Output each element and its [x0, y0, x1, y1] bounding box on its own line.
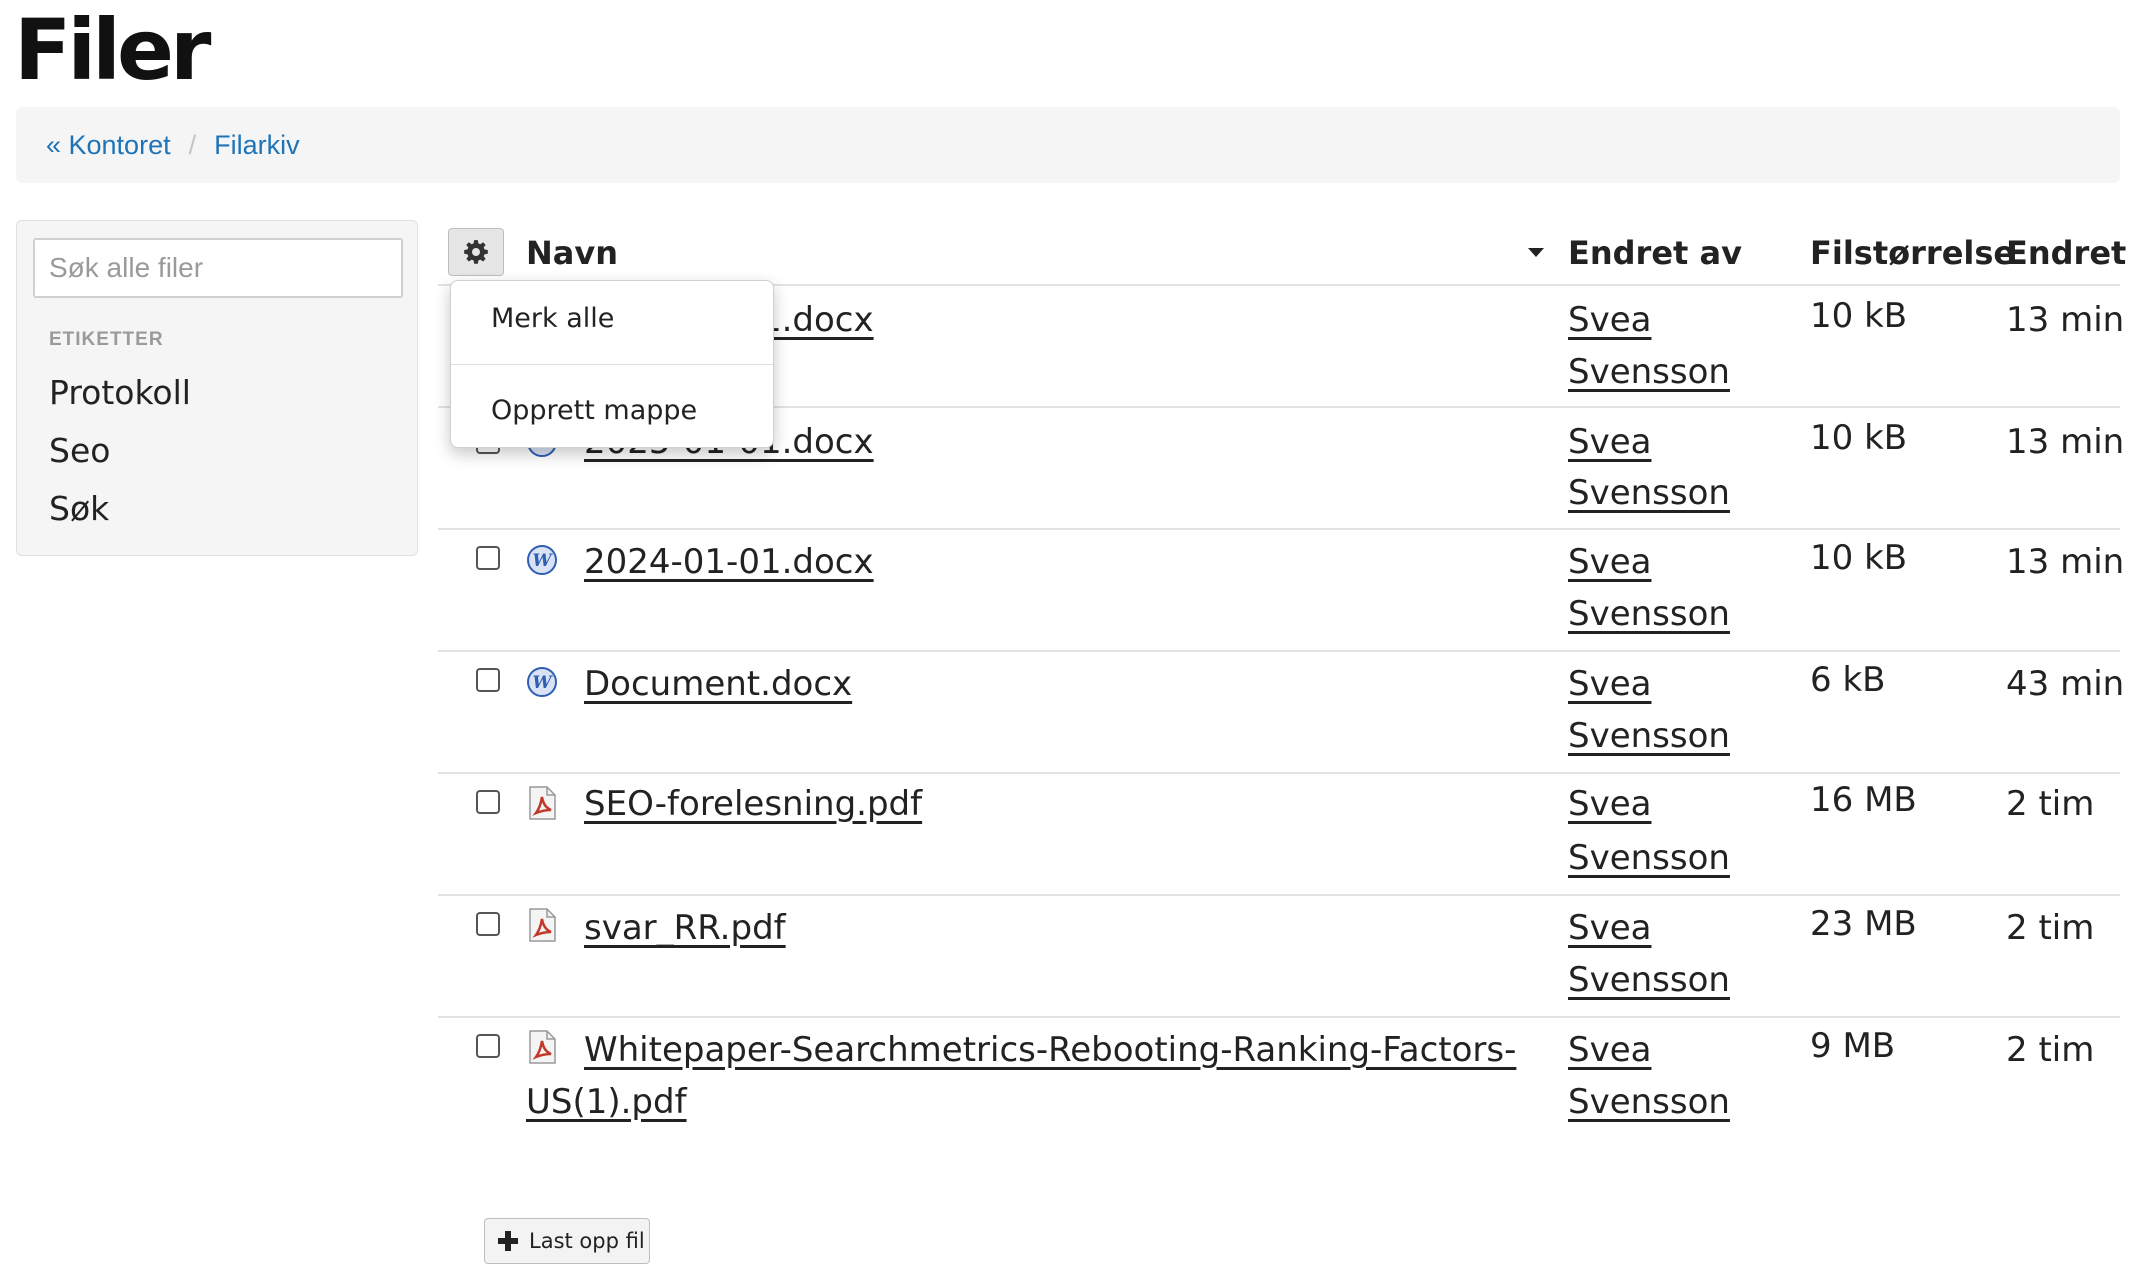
- author-link[interactable]: Svea: [1568, 536, 1651, 588]
- menu-divider: [451, 364, 773, 365]
- tag-seo[interactable]: Seo: [49, 431, 110, 470]
- svg-text:W: W: [532, 551, 553, 571]
- column-header-name[interactable]: Navn: [526, 222, 618, 284]
- author-link[interactable]: Svea: [1568, 294, 1651, 346]
- modified-time: 2 tim: [2006, 1030, 2095, 1070]
- column-header-modified[interactable]: Endret: [2006, 222, 2126, 284]
- file-size: 16 MB: [1810, 780, 1917, 820]
- row-checkbox[interactable]: [476, 546, 500, 570]
- sidebar: ETIKETTER Protokoll Seo Søk: [16, 220, 418, 556]
- column-header-size[interactable]: Filstørrelse: [1810, 222, 2015, 284]
- breadcrumb-filarkiv[interactable]: Filarkiv: [214, 130, 300, 161]
- author-link[interactable]: Svensson: [1568, 467, 1730, 519]
- author-link[interactable]: Svea: [1568, 416, 1651, 468]
- author-link[interactable]: Svensson: [1568, 1076, 1730, 1128]
- settings-dropdown-menu: Merk alle Opprett mappe: [450, 280, 774, 448]
- sort-descending-icon[interactable]: [1528, 248, 1544, 257]
- file-name-link[interactable]: Document.docx: [584, 658, 852, 710]
- row-divider: [438, 1016, 2120, 1018]
- author-link[interactable]: Svea: [1568, 778, 1651, 830]
- author-link[interactable]: Svea: [1568, 658, 1651, 710]
- file-name-link[interactable]: 2024-01-01.docx: [584, 536, 874, 588]
- page-title: Filer: [14, 1, 211, 99]
- file-name-link[interactable]: US(1).pdf: [526, 1076, 687, 1128]
- word-document-icon: W: [526, 666, 558, 698]
- search-input[interactable]: [33, 238, 403, 298]
- row-divider: [438, 528, 2120, 530]
- column-header-modified-by[interactable]: Endret av: [1568, 222, 1742, 284]
- file-size: 23 MB: [1810, 904, 1917, 944]
- breadcrumb: « Kontoret / Filarkiv: [16, 107, 2120, 183]
- menu-item-select-all[interactable]: Merk alle: [491, 303, 614, 334]
- file-name-link[interactable]: svar_RR.pdf: [584, 902, 786, 954]
- file-size: 10 kB: [1810, 296, 1908, 336]
- modified-time: 13 min: [2006, 422, 2125, 462]
- author-link[interactable]: Svensson: [1568, 710, 1730, 762]
- author-link[interactable]: Svensson: [1568, 954, 1730, 1006]
- settings-button[interactable]: [448, 228, 504, 276]
- author-link[interactable]: Svensson: [1568, 588, 1730, 640]
- pdf-document-icon: [526, 1030, 558, 1064]
- row-checkbox[interactable]: [476, 1034, 500, 1058]
- modified-time: 43 min: [2006, 664, 2125, 704]
- modified-time: 2 tim: [2006, 908, 2095, 948]
- author-link[interactable]: Svea: [1568, 902, 1651, 954]
- author-link[interactable]: Svea: [1568, 1024, 1651, 1076]
- pdf-document-icon: [526, 908, 558, 942]
- file-size: 10 kB: [1810, 538, 1908, 578]
- file-size: 9 MB: [1810, 1026, 1896, 1066]
- upload-file-label: Last opp fil: [529, 1229, 645, 1253]
- row-checkbox[interactable]: [476, 912, 500, 936]
- row-checkbox[interactable]: [476, 668, 500, 692]
- pdf-document-icon: [526, 786, 558, 820]
- svg-text:W: W: [532, 673, 553, 693]
- row-checkbox[interactable]: [476, 790, 500, 814]
- modified-time: 13 min: [2006, 300, 2125, 340]
- modified-time: 2 tim: [2006, 784, 2095, 824]
- row-divider: [438, 894, 2120, 896]
- modified-time: 13 min: [2006, 542, 2125, 582]
- author-link[interactable]: Svensson: [1568, 832, 1730, 884]
- plus-icon: [498, 1231, 518, 1251]
- tags-heading: ETIKETTER: [49, 329, 164, 350]
- word-document-icon: W: [526, 544, 558, 576]
- file-size: 10 kB: [1810, 418, 1908, 458]
- breadcrumb-separator: /: [188, 129, 197, 160]
- tag-protokoll[interactable]: Protokoll: [49, 373, 191, 412]
- file-name-link[interactable]: Whitepaper-Searchmetrics-Rebooting-Ranki…: [584, 1024, 1516, 1076]
- file-name-link[interactable]: SEO-forelesning.pdf: [584, 778, 922, 830]
- upload-file-button[interactable]: Last opp fil: [484, 1218, 650, 1264]
- file-size: 6 kB: [1810, 660, 1886, 700]
- row-divider: [438, 650, 2120, 652]
- menu-item-create-folder[interactable]: Opprett mappe: [491, 395, 697, 426]
- breadcrumb-kontoret[interactable]: « Kontoret: [46, 130, 171, 161]
- tag-sok[interactable]: Søk: [49, 489, 109, 528]
- author-link[interactable]: Svensson: [1568, 346, 1730, 398]
- gear-icon: [464, 240, 488, 264]
